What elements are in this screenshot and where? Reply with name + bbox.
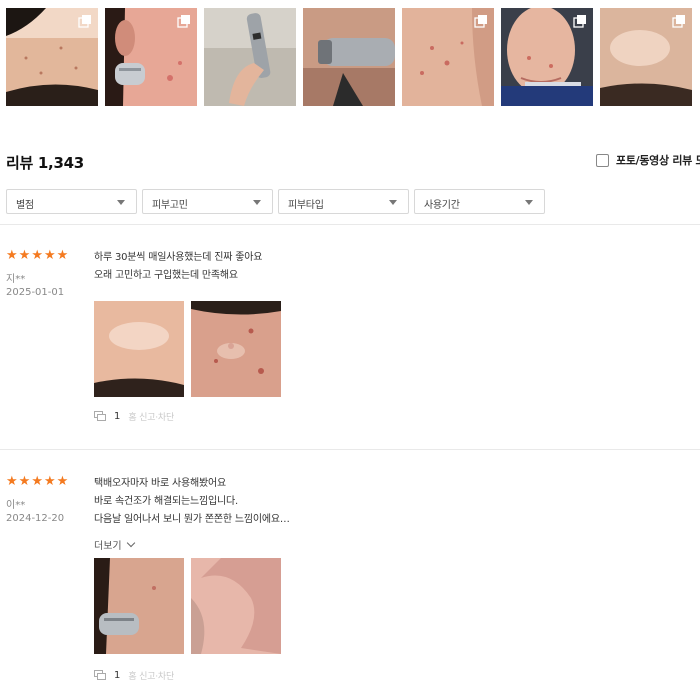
photo-filter-checkbox[interactable] — [596, 153, 609, 167]
multi-image-icon — [474, 15, 487, 28]
review-text-line: 바로 속건조가 해결되는느낌입니다. — [94, 496, 238, 507]
comment-count: 1 — [114, 411, 121, 422]
star-icon: ★ — [43, 248, 56, 263]
star-icon: ★ — [6, 474, 18, 489]
filter-bar: 별점 피부고민 피부타입 사용기간 — [6, 189, 545, 214]
star-icon: ★ — [56, 474, 69, 489]
device-hand-photo — [204, 8, 296, 106]
caret-down-icon — [117, 200, 125, 205]
usage-period-filter-dropdown[interactable]: 사용기간 — [414, 189, 545, 214]
usage-period-filter-label: 사용기간 — [424, 200, 460, 211]
review-text-line: 다음날 일어나서 보니 뭔가 쫀쫀한 느낌이에요… — [94, 514, 290, 525]
caret-down-icon — [525, 200, 533, 205]
review-photo[interactable] — [191, 558, 281, 654]
review-text-line: 하루 30분씩 매일사용했는데 진짜 좋아요 — [94, 252, 263, 263]
skin-type-filter-label: 피부타입 — [288, 200, 324, 211]
see-more-label: 더보기 — [94, 541, 122, 552]
photo-filter-label: 포토/동영상 리뷰 모 — [616, 154, 700, 167]
see-more-link[interactable]: 더보기 — [94, 537, 135, 552]
review-photos — [94, 301, 281, 397]
star-icon: ★ — [31, 474, 43, 489]
star-icon: ★ — [31, 248, 43, 263]
review-date: 2025-01-01 — [6, 287, 65, 298]
skin-concern-filter-label: 피부고민 — [152, 200, 188, 211]
review-body: 하루 30분씩 매일사용했는데 진짜 좋아요 오래 고민하고 구입했는데 만족해… — [94, 249, 654, 285]
rating-filter-dropdown[interactable]: 별점 — [6, 189, 137, 214]
report-block-link[interactable]: 홈 신고·차단 — [128, 669, 174, 682]
gallery-thumb-face-front[interactable] — [501, 8, 593, 106]
skin-concern-filter-dropdown[interactable]: 피부고민 — [142, 189, 273, 214]
review-date: 2024-12-20 — [6, 513, 65, 524]
multi-image-icon — [78, 15, 91, 28]
review-author: 지** — [6, 274, 26, 285]
star-icon: ★ — [6, 248, 18, 263]
review-photo[interactable] — [191, 301, 281, 397]
divider — [0, 449, 700, 450]
skin-closeup-photo — [191, 558, 281, 654]
gallery-thumb-forehead-glow[interactable] — [600, 8, 692, 106]
gallery-thumb-device-face[interactable] — [303, 8, 395, 106]
gallery-thumb-cheek-acne[interactable] — [402, 8, 494, 106]
review-item: ★ ★ ★ ★ ★ 지** 2025-01-01 하루 30분씩 매일사용했는데… — [6, 249, 700, 429]
comment-icon[interactable] — [94, 670, 106, 681]
review-item: ★ ★ ★ ★ ★ 이** 2024-12-20 택배오자마자 바로 사용해봤어… — [6, 475, 700, 690]
caret-down-icon — [253, 200, 261, 205]
star-icon: ★ — [18, 474, 31, 489]
multi-image-icon — [573, 15, 586, 28]
review-photo[interactable] — [94, 558, 184, 654]
review-meta: 1 홈 신고·차단 — [94, 669, 174, 682]
review-meta: 1 홈 신고·차단 — [94, 410, 174, 423]
star-icon: ★ — [56, 248, 69, 263]
gallery-thumb-device-cheek[interactable] — [105, 8, 197, 106]
skin-type-filter-dropdown[interactable]: 피부타입 — [278, 189, 409, 214]
device-face-photo — [303, 8, 395, 106]
photo-gallery — [6, 8, 700, 106]
gallery-thumb-device-hand[interactable] — [204, 8, 296, 106]
star-rating: ★ ★ ★ ★ ★ — [6, 475, 68, 488]
device-use-photo — [94, 558, 184, 654]
star-rating: ★ ★ ★ ★ ★ — [6, 249, 68, 262]
multi-image-icon — [177, 15, 190, 28]
caret-down-icon — [389, 200, 397, 205]
review-body: 택배오자마자 바로 사용해봤어요 바로 속건조가 해결되는느낌입니다. 다음날 … — [94, 475, 654, 553]
review-photos — [94, 558, 281, 654]
review-author: 이** — [6, 500, 26, 511]
comment-icon[interactable] — [94, 411, 106, 422]
review-photo[interactable] — [94, 301, 184, 397]
gallery-thumb-forehead[interactable] — [6, 8, 98, 106]
report-block-link[interactable]: 홈 신고·차단 — [128, 410, 174, 423]
divider — [0, 224, 700, 225]
chevron-down-icon — [126, 538, 135, 548]
photo-review-filter[interactable]: 포토/동영상 리뷰 모 — [596, 150, 700, 170]
forehead-before-photo — [94, 301, 184, 397]
review-text-line: 오래 고민하고 구입했는데 만족해요 — [94, 270, 238, 281]
reviews-header: 리뷰 1,343 포토/동영상 리뷰 모 — [6, 150, 700, 172]
review-count-title: 리뷰 1,343 — [6, 154, 84, 172]
forehead-after-photo — [191, 301, 281, 397]
star-icon: ★ — [43, 474, 56, 489]
review-text-line: 택배오자마자 바로 사용해봤어요 — [94, 478, 226, 489]
star-icon: ★ — [18, 248, 31, 263]
multi-image-icon — [672, 15, 685, 28]
comment-count: 1 — [114, 670, 121, 681]
rating-filter-label: 별점 — [16, 200, 34, 211]
